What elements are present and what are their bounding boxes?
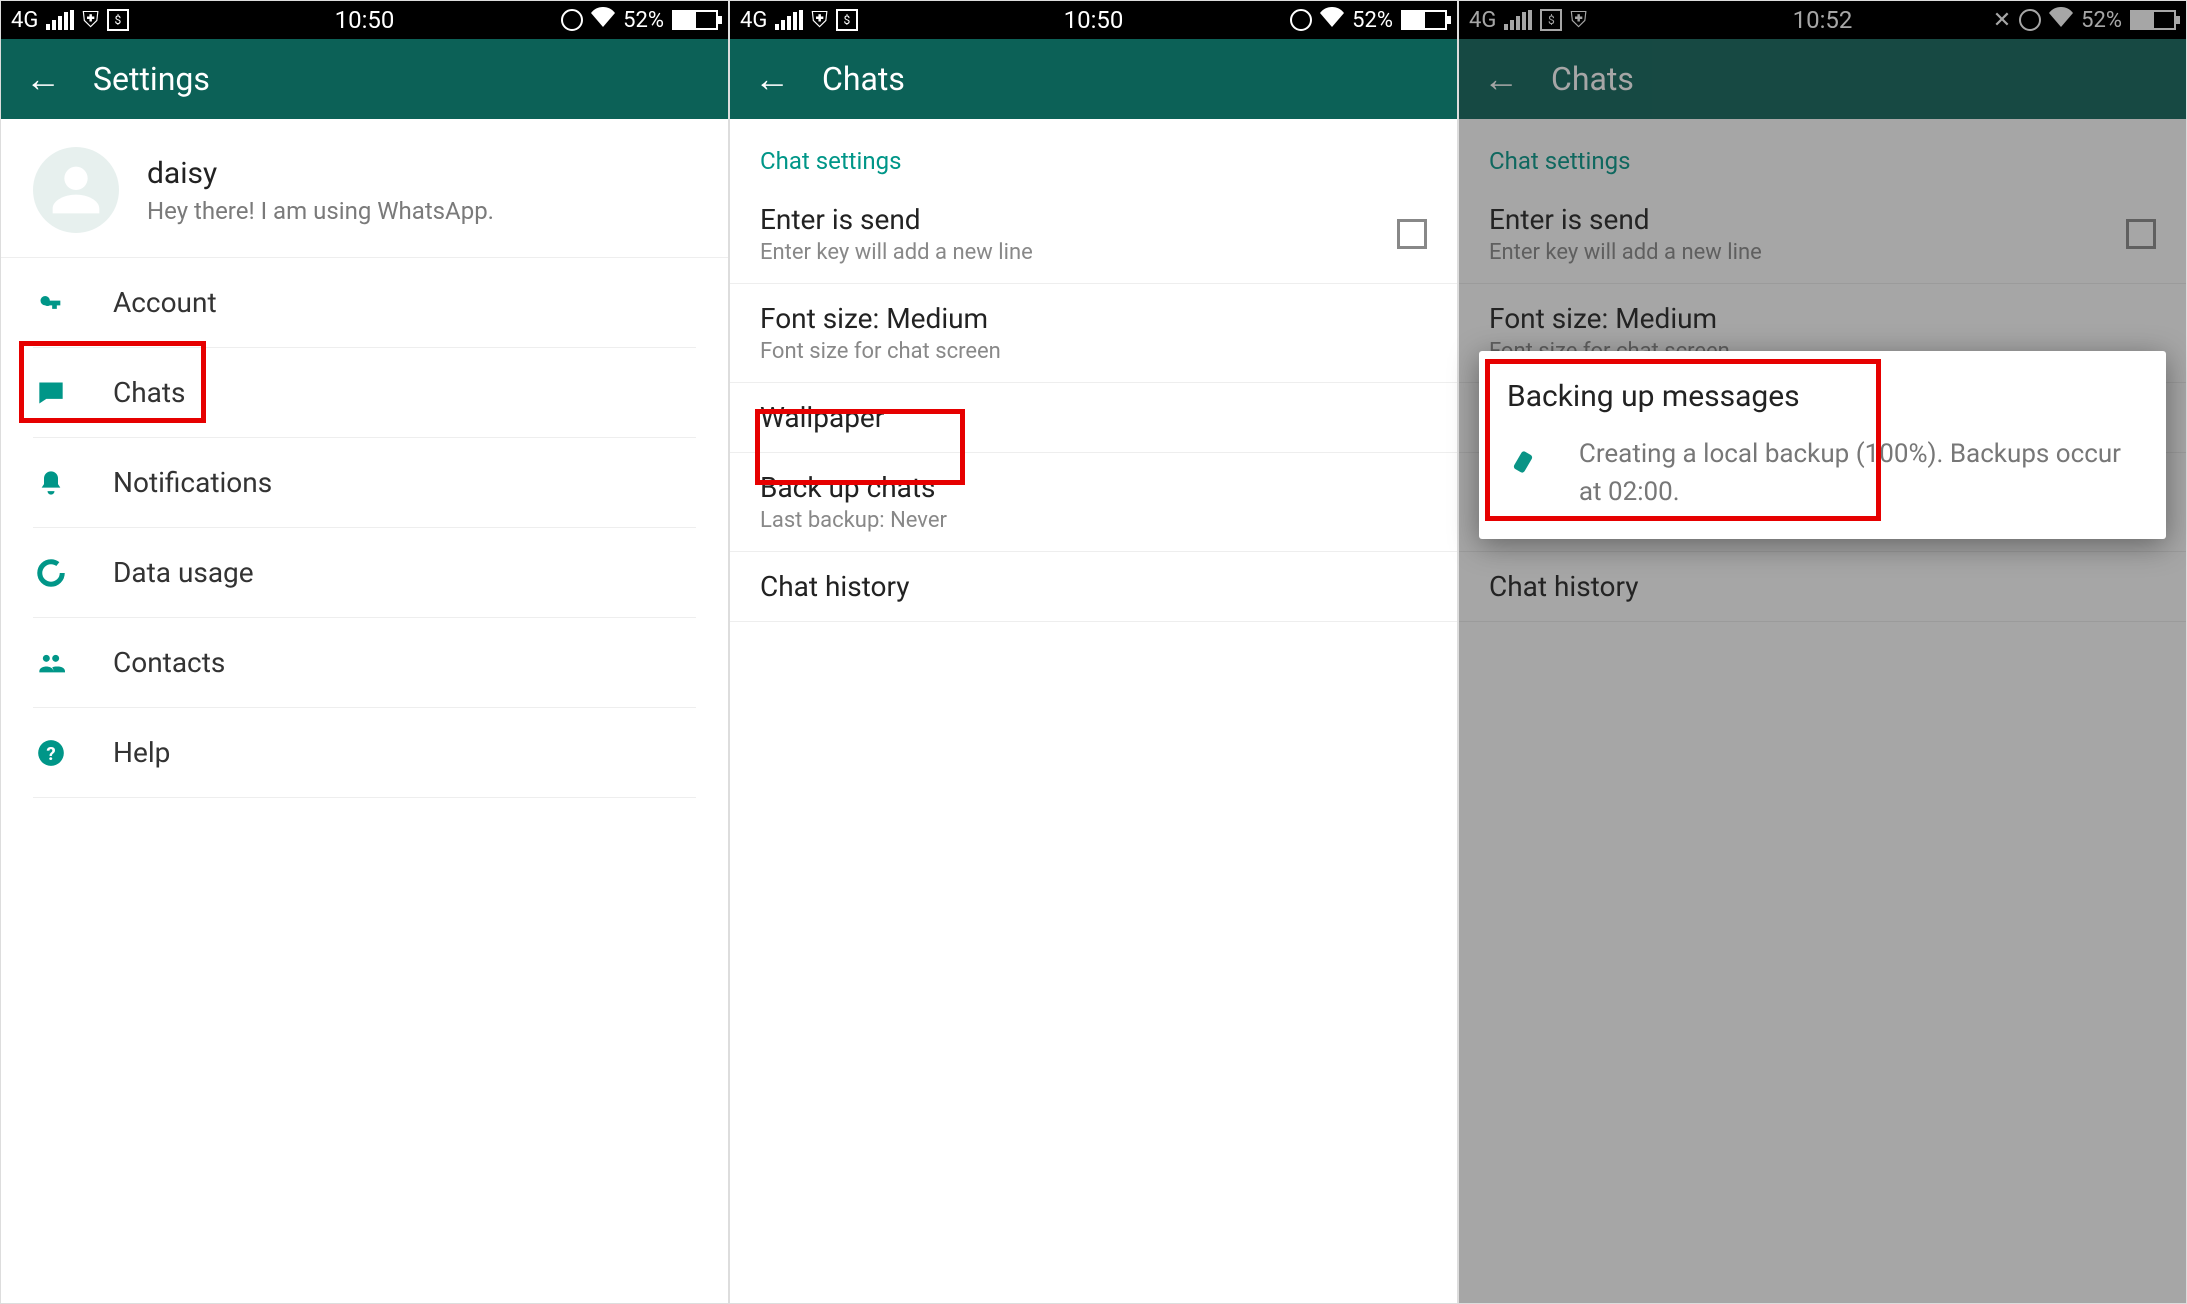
menu-item-notifications[interactable]: Notifications bbox=[33, 438, 696, 528]
section-header: Chat settings bbox=[730, 119, 1457, 185]
row-title: Back up chats bbox=[760, 471, 947, 504]
row-desc: Enter key will add a new line bbox=[760, 240, 1033, 265]
row-title: Wallpaper bbox=[760, 401, 884, 434]
dollar-icon: $ bbox=[836, 9, 858, 31]
menu-label: Data usage bbox=[113, 556, 254, 589]
help-icon: ? bbox=[33, 739, 69, 767]
phone-settings: 4G ⛨ $ 10:50 52% ← Settings daisy bbox=[0, 0, 729, 1304]
row-backup-chats[interactable]: Back up chats Last backup: Never bbox=[730, 453, 1457, 552]
back-icon[interactable]: ← bbox=[754, 58, 790, 100]
modal-overlay bbox=[1459, 1, 2186, 1303]
modal-body: Creating a local backup (100%). Backups … bbox=[1579, 436, 2138, 511]
phone-chats: 4G ⛨ $ 10:50 52% ← Chats Chat settings E… bbox=[729, 0, 1458, 1304]
data-usage-icon bbox=[33, 558, 69, 588]
menu-item-data-usage[interactable]: Data usage bbox=[33, 528, 696, 618]
avatar-icon bbox=[33, 147, 119, 233]
key-icon bbox=[33, 289, 69, 317]
menu-label: Account bbox=[113, 286, 217, 319]
menu-label: Contacts bbox=[113, 646, 225, 679]
profile-name: daisy bbox=[147, 156, 494, 191]
status-time: 10:50 bbox=[335, 6, 395, 34]
app-bar: ← Settings bbox=[1, 39, 728, 119]
signal-icon bbox=[46, 10, 74, 30]
menu-item-chats[interactable]: Chats bbox=[33, 348, 696, 438]
wifi-icon bbox=[1320, 7, 1344, 33]
menu-label: Chats bbox=[113, 376, 186, 409]
network-label: 4G bbox=[740, 8, 767, 33]
card-icon: ⛨ bbox=[811, 8, 828, 33]
page-title: Chats bbox=[822, 60, 905, 98]
row-wallpaper[interactable]: Wallpaper bbox=[730, 383, 1457, 453]
status-bar: 4G ⛨ $ 10:50 52% bbox=[730, 1, 1457, 39]
settings-menu: Account Chats Notifications Data usage C… bbox=[1, 258, 728, 798]
menu-item-contacts[interactable]: Contacts bbox=[33, 618, 696, 708]
row-enter-is-send[interactable]: Enter is send Enter key will add a new l… bbox=[730, 185, 1457, 284]
checkbox-unchecked[interactable] bbox=[1397, 219, 1427, 249]
alarm-icon bbox=[1290, 9, 1312, 31]
profile-row[interactable]: daisy Hey there! I am using WhatsApp. bbox=[1, 119, 728, 258]
status-bar: 4G ⛨ $ 10:50 52% bbox=[1, 1, 728, 39]
app-bar: ← Chats bbox=[730, 39, 1457, 119]
modal-title: Backing up messages bbox=[1507, 379, 2138, 414]
bell-icon bbox=[33, 469, 69, 497]
alarm-icon bbox=[561, 9, 583, 31]
status-time: 10:50 bbox=[1064, 6, 1124, 34]
row-desc: Last backup: Never bbox=[760, 508, 947, 533]
profile-status: Hey there! I am using WhatsApp. bbox=[147, 197, 494, 225]
backup-modal: Backing up messages Creating a local bac… bbox=[1479, 351, 2166, 539]
signal-icon bbox=[775, 10, 803, 30]
card-icon: ⛨ bbox=[82, 8, 99, 33]
menu-item-help[interactable]: ? Help bbox=[33, 708, 696, 798]
three-phone-layout: 4G ⛨ $ 10:50 52% ← Settings daisy bbox=[0, 0, 2187, 1304]
menu-label: Notifications bbox=[113, 466, 272, 499]
row-desc: Font size for chat screen bbox=[760, 339, 1001, 364]
page-title: Settings bbox=[93, 60, 210, 98]
back-icon[interactable]: ← bbox=[25, 58, 61, 100]
spinner-icon bbox=[1507, 436, 1545, 480]
menu-item-account[interactable]: Account bbox=[33, 258, 696, 348]
battery-pct: 52% bbox=[623, 8, 664, 33]
row-title: Enter is send bbox=[760, 203, 1033, 236]
battery-icon bbox=[672, 10, 718, 30]
network-label: 4G bbox=[11, 8, 38, 33]
contacts-icon bbox=[33, 649, 69, 677]
row-title: Font size: Medium bbox=[760, 302, 1001, 335]
chat-icon bbox=[33, 379, 69, 407]
menu-label: Help bbox=[113, 736, 170, 769]
row-chat-history[interactable]: Chat history bbox=[730, 552, 1457, 622]
battery-icon bbox=[1401, 10, 1447, 30]
svg-text:?: ? bbox=[46, 743, 55, 765]
dollar-icon: $ bbox=[107, 9, 129, 31]
wifi-icon bbox=[591, 7, 615, 33]
phone-backup-modal: 4G $ ⛨ 10:52 ✕ 52% ← Chats Chat settings… bbox=[1458, 0, 2187, 1304]
battery-pct: 52% bbox=[1352, 8, 1393, 33]
row-title: Chat history bbox=[760, 570, 910, 603]
row-font-size[interactable]: Font size: Medium Font size for chat scr… bbox=[730, 284, 1457, 383]
